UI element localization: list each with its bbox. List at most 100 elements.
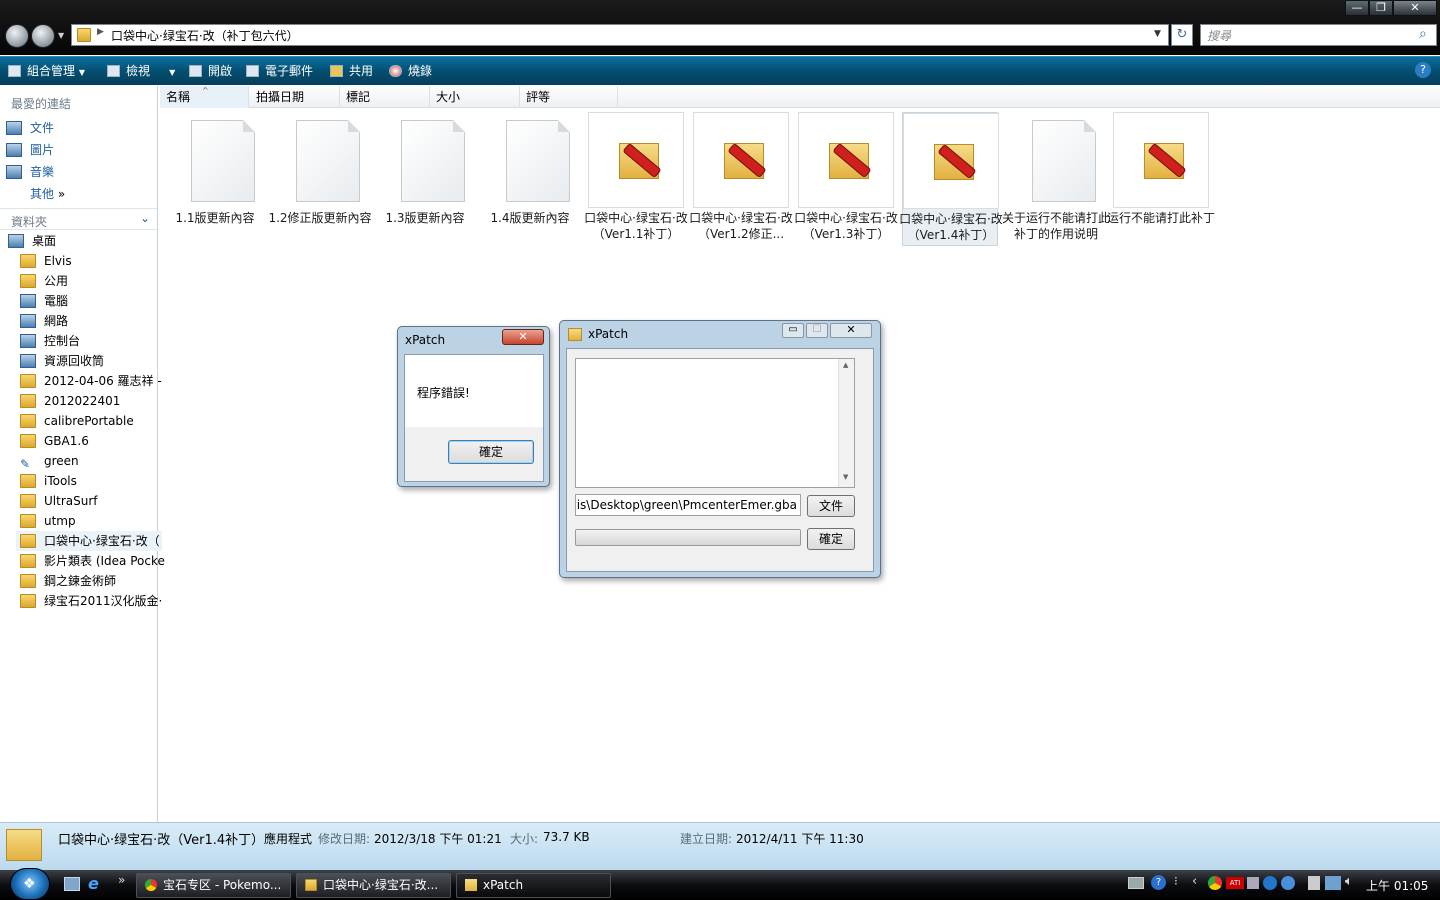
folder-icon — [20, 514, 36, 528]
forward-button[interactable] — [31, 24, 55, 48]
file-item[interactable]: 1.1版更新內容 — [167, 112, 263, 246]
organize-button[interactable]: 組合管理 ▼ — [8, 63, 85, 79]
folder-tree-label: 桌面 — [32, 234, 57, 248]
file-item[interactable]: 口袋中心·绿宝石·改（Ver1.4补丁） — [899, 112, 1003, 246]
window-close-button[interactable]: ✕ — [830, 323, 872, 338]
scroll-down-icon[interactable]: ▼ — [843, 473, 848, 481]
file-item[interactable]: 1.2修正版更新內容 — [268, 112, 372, 246]
folders-section-header[interactable]: 資料夾 ⌄ — [0, 208, 157, 230]
clock[interactable]: 上午 01:05 — [1366, 877, 1428, 894]
recent-pages-dropdown-icon[interactable]: ▼ — [58, 31, 64, 40]
column-rating[interactable]: 評等 — [520, 86, 618, 108]
patch-ok-button[interactable]: 確定 — [807, 528, 855, 550]
views-icon — [107, 65, 120, 77]
folder-tree-item[interactable]: utmp — [20, 511, 166, 531]
folder-tree-item[interactable]: calibrePortable — [20, 411, 166, 431]
address-bar[interactable]: ▶ 口袋中心·绿宝石·改（补丁包六代） ▼ — [71, 24, 1169, 46]
show-desktop-icon[interactable] — [64, 877, 80, 891]
help-tray-icon[interactable]: ? — [1151, 875, 1166, 890]
tray-app-icon[interactable] — [1208, 876, 1222, 890]
file-item[interactable]: 1.4版更新內容 — [482, 112, 578, 246]
folder-tree-item[interactable]: 影片類表 (Idea Pocke — [20, 551, 166, 571]
address-dropdown-icon[interactable]: ▼ — [1154, 29, 1161, 39]
log-textarea[interactable]: ▲ ▼ — [575, 358, 855, 488]
restore-button[interactable]: ❐ — [1369, 0, 1393, 16]
minimize-button[interactable]: ▭ — [782, 323, 804, 338]
show-hidden-icons-icon[interactable]: ‹ — [1192, 874, 1197, 889]
column-tags[interactable]: 標記 — [340, 86, 430, 108]
file-item[interactable]: 运行不能请打此补丁 — [1107, 112, 1215, 246]
sidebar-more-link[interactable]: 其他 » — [30, 184, 176, 204]
file-item[interactable]: 关于运行不能请打此补丁的作用说明 — [1002, 112, 1110, 246]
burn-button[interactable]: 燒錄 — [389, 63, 432, 79]
network-icon[interactable] — [1325, 876, 1341, 890]
ati-icon[interactable]: ATI — [1226, 877, 1244, 889]
folder-tree-item[interactable]: 2012022401 — [20, 391, 166, 411]
folder-tree-item[interactable]: 2012-04-06 羅志祥 - — [20, 371, 166, 391]
taskbar-button-explorer[interactable]: 口袋中心·绿宝石·改... — [296, 873, 451, 898]
folder-tree-item[interactable]: 桌面 — [8, 231, 154, 251]
folder-icon — [20, 414, 36, 428]
views-button[interactable]: 檢視 ▼ — [107, 63, 175, 79]
keyboard-icon[interactable] — [1128, 877, 1144, 889]
sidebar-item-music[interactable]: 音樂 — [6, 162, 152, 182]
folder-tree-item[interactable]: 控制台 — [20, 331, 166, 351]
network-app-icon[interactable] — [1263, 876, 1277, 890]
folder-tree-item[interactable]: 公用 — [20, 271, 166, 291]
file-path-input[interactable]: Elvis\Desktop\green\PmcenterEmer.gba — [575, 494, 801, 516]
xpatch-app-icon — [465, 879, 477, 891]
folder-tree-item[interactable]: Elvis — [20, 251, 166, 271]
folder-tree-item[interactable]: 口袋中心·绿宝石·改（ — [16, 531, 162, 551]
column-date-taken[interactable]: 拍攝日期 — [250, 86, 340, 108]
help-icon[interactable]: ? — [1415, 62, 1431, 78]
share-button[interactable]: 共用 — [330, 63, 373, 79]
taskbar-button-xpatch[interactable]: xPatch — [456, 873, 611, 898]
taskbar-button-browser[interactable]: 宝石专区 - Pokemo... — [136, 873, 291, 898]
sidebar-item-documents[interactable]: 文件 — [6, 118, 152, 138]
close-button[interactable]: ✕ — [1393, 0, 1437, 16]
folder-tree-item[interactable]: iTools — [20, 471, 166, 491]
internet-explorer-icon[interactable]: e — [88, 874, 99, 893]
folder-tree-label: Elvis — [44, 254, 72, 268]
file-item[interactable]: 口袋中心·绿宝石·改（Ver1.1补丁） — [584, 112, 688, 246]
file-name: 运行不能请打此补丁 — [1107, 211, 1216, 225]
folder-tree-item[interactable]: 網路 — [20, 311, 166, 331]
email-button[interactable]: 電子郵件 — [246, 63, 313, 79]
refresh-icon[interactable]: ↻ — [1171, 24, 1193, 46]
log-scrollbar[interactable]: ▲ ▼ — [838, 359, 854, 487]
file-browse-button[interactable]: 文件 — [807, 495, 855, 517]
language-bar-icon[interactable]: ⁝ — [1174, 874, 1178, 888]
file-item[interactable]: 口袋中心·绿宝石·改（Ver1.2修正... — [689, 112, 793, 246]
collapse-chevron-icon[interactable]: ⌄ — [140, 211, 150, 225]
volume-icon[interactable]: 🔈︎ — [1345, 874, 1353, 889]
display-icon[interactable] — [1247, 877, 1259, 889]
search-icon[interactable]: ⌕ — [1419, 26, 1427, 42]
dialog-close-button[interactable]: ✕ — [502, 329, 544, 345]
bluetooth-icon[interactable] — [1281, 876, 1295, 890]
quicklaunch-more-icon[interactable]: » — [118, 873, 125, 887]
folder-tree-item[interactable]: 绿宝石2011汉化版金· — [20, 591, 166, 611]
maximize-button[interactable]: ☐ — [806, 323, 828, 338]
tray-device-icon[interactable] — [1308, 876, 1320, 890]
back-button[interactable] — [5, 24, 29, 48]
dialog-title: xPatch — [405, 333, 446, 347]
file-item[interactable]: 口袋中心·绿宝石·改（Ver1.3补丁） — [794, 112, 898, 246]
column-size[interactable]: 大小 — [430, 86, 520, 108]
folder-tree-item[interactable]: UltraSurf — [20, 491, 166, 511]
folder-tree-item[interactable]: 電腦 — [20, 291, 166, 311]
scroll-up-icon[interactable]: ▲ — [843, 361, 848, 369]
folder-tree-item[interactable]: 鋼之鍊金術師 — [20, 571, 166, 591]
minimize-button[interactable]: — — [1345, 0, 1369, 16]
share-label: 共用 — [349, 64, 374, 78]
file-item[interactable]: 1.3版更新內容 — [377, 112, 473, 246]
sidebar-item-pictures[interactable]: 圖片 — [6, 140, 152, 160]
ok-button[interactable]: 確定 — [448, 440, 534, 464]
start-button[interactable]: ❖ — [10, 868, 50, 900]
search-input[interactable]: 搜尋 ⌕ — [1200, 24, 1437, 46]
folder-tree-item[interactable]: GBA1.6 — [20, 431, 166, 451]
column-name[interactable]: 名稱 ^ — [160, 86, 249, 108]
more-label: 其他 — [30, 187, 55, 201]
open-button[interactable]: 開啟 — [189, 63, 232, 79]
folder-tree-item[interactable]: ✎ green — [20, 451, 166, 471]
folder-tree-item[interactable]: 資源回收筒 — [20, 351, 166, 371]
